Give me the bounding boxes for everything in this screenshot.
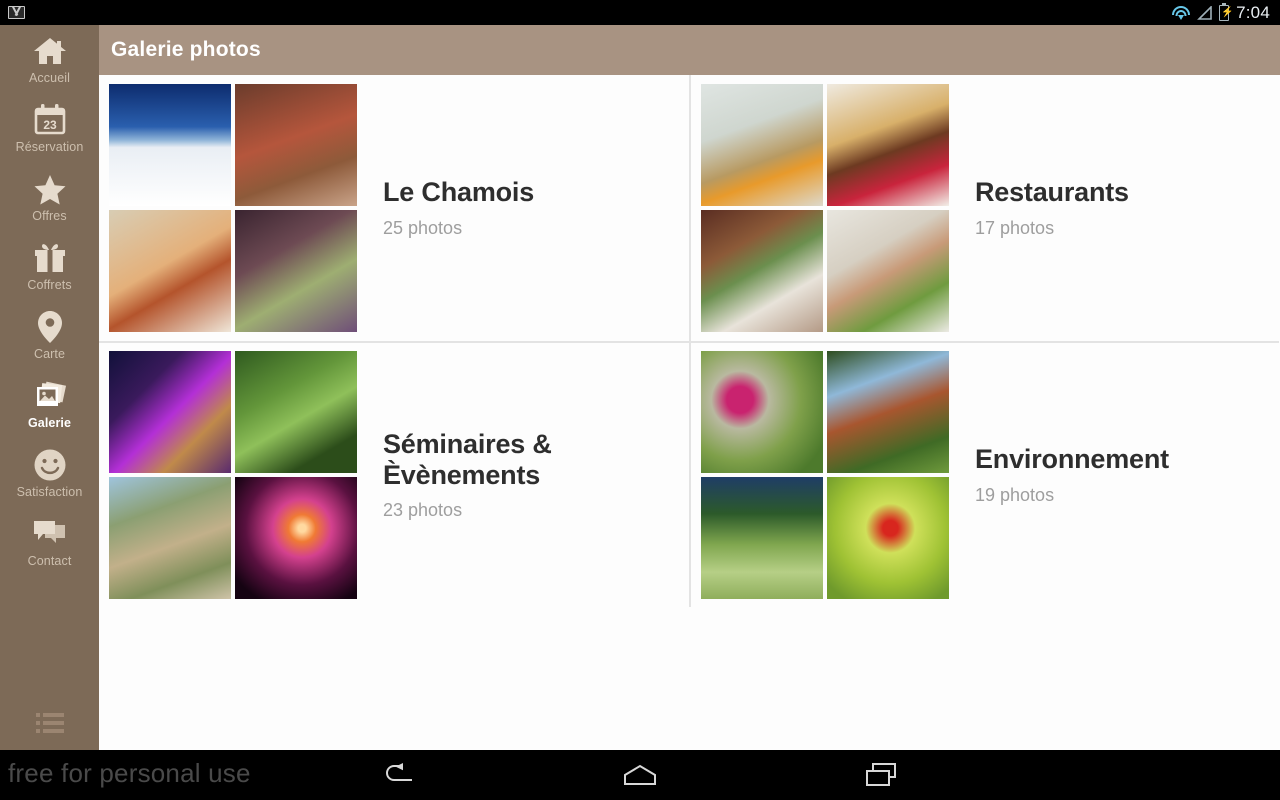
android-navigation-bar: free for personal use	[0, 750, 1280, 800]
sidebar-navigation: Accueil 23 Réservation Offres Coffrets C…	[0, 25, 99, 750]
album-card-seminaires-evenements[interactable]: Séminaires & Èvènements 23 photos	[99, 341, 689, 607]
map-pin-icon	[33, 309, 67, 345]
album-title: Le Chamois	[383, 177, 535, 208]
sidebar-item-label: Offres	[32, 209, 67, 223]
sidebar-item-contact[interactable]: Contact	[0, 508, 99, 577]
album-thumbnail	[827, 477, 949, 599]
album-thumbnail	[827, 84, 949, 206]
sidebar-item-label: Contact	[27, 554, 72, 568]
signal-triangle-icon	[1197, 5, 1212, 20]
album-photo-count: 23 photos	[383, 500, 463, 521]
album-thumbnail	[235, 351, 357, 473]
album-thumbnail	[827, 210, 949, 332]
album-title: Environnement	[975, 444, 1169, 475]
status-bar: ⚡ 7:04	[0, 0, 1280, 25]
sidebar-item-label: Accueil	[29, 71, 70, 85]
chat-bubble-icon	[32, 516, 68, 552]
home-icon	[33, 33, 67, 69]
album-text: Le Chamois 25 photos	[357, 177, 534, 239]
album-thumbnail	[827, 351, 949, 473]
star-icon	[33, 171, 67, 207]
battery-charging-icon: ⚡	[1219, 2, 1234, 21]
sidebar-item-label: Galerie	[27, 416, 72, 430]
album-title: Séminaires & Èvènements	[383, 428, 552, 490]
photos-icon	[32, 378, 68, 414]
app-header-bar: Galerie photos	[99, 25, 1280, 75]
sidebar-item-label: Carte	[33, 347, 66, 361]
album-text: Séminaires & Èvènements 23 photos	[357, 429, 552, 522]
status-bar-notifications	[0, 6, 25, 19]
album-text: Restaurants 17 photos	[949, 177, 1129, 239]
gmail-icon	[8, 6, 25, 19]
sidebar-item-carte[interactable]: Carte	[0, 301, 99, 370]
list-menu-icon[interactable]	[33, 710, 67, 736]
sidebar-item-offres[interactable]: Offres	[0, 163, 99, 232]
album-photo-count: 25 photos	[383, 217, 463, 238]
sidebar-item-accueil[interactable]: Accueil	[0, 25, 99, 94]
sidebar-item-galerie[interactable]: Galerie	[0, 370, 99, 439]
album-photo-count: 17 photos	[975, 217, 1055, 238]
smiley-icon	[33, 447, 67, 483]
album-thumbnail	[701, 477, 823, 599]
home-button[interactable]	[612, 758, 668, 792]
album-thumbnail	[701, 84, 823, 206]
back-button[interactable]	[371, 758, 427, 792]
album-card-le-chamois[interactable]: Le Chamois 25 photos	[99, 75, 689, 341]
album-thumbnail	[701, 351, 823, 473]
album-thumbnail	[235, 210, 357, 332]
album-thumbnail-grid	[109, 84, 357, 332]
svg-text:23: 23	[43, 118, 57, 132]
album-card-environnement[interactable]: Environnement 19 photos	[689, 341, 1279, 607]
sidebar-item-reservation[interactable]: 23 Réservation	[0, 94, 99, 163]
album-thumbnail	[109, 477, 231, 599]
album-thumbnail	[109, 351, 231, 473]
sidebar-item-coffrets[interactable]: Coffrets	[0, 232, 99, 301]
gallery-content: Le Chamois 25 photos Restaurants 17 phot…	[99, 75, 1280, 750]
sidebar-item-label: Coffrets	[27, 278, 72, 292]
status-bar-system: ⚡ 7:04	[1171, 2, 1280, 23]
sidebar-item-label: Satisfaction	[16, 485, 83, 499]
album-thumbnail-grid	[109, 351, 357, 599]
album-thumbnail	[235, 84, 357, 206]
album-card-restaurants[interactable]: Restaurants 17 photos	[689, 75, 1279, 341]
album-thumbnail-grid	[701, 84, 949, 332]
album-thumbnail	[109, 84, 231, 206]
clock-text: 7:04	[1236, 2, 1270, 22]
album-photo-count: 19 photos	[975, 484, 1055, 505]
album-thumbnail	[701, 210, 823, 332]
android-screen: ⚡ 7:04 Accueil 23 Réservation Offres Cof…	[0, 0, 1280, 800]
album-thumbnail	[109, 210, 231, 332]
sidebar-item-label: Réservation	[15, 140, 84, 154]
album-text: Environnement 19 photos	[949, 444, 1169, 506]
nav-button-group	[0, 750, 1280, 800]
recents-button[interactable]	[853, 758, 909, 792]
album-title: Restaurants	[975, 177, 1129, 208]
calendar-icon: 23	[33, 102, 67, 138]
album-thumbnail	[235, 477, 357, 599]
album-grid: Le Chamois 25 photos Restaurants 17 phot…	[99, 75, 1280, 607]
sidebar-item-satisfaction[interactable]: Satisfaction	[0, 439, 99, 508]
page-title: Galerie photos	[111, 38, 261, 61]
wifi-icon	[1171, 5, 1190, 20]
album-thumbnail-grid	[701, 351, 949, 599]
gift-icon	[33, 240, 67, 276]
